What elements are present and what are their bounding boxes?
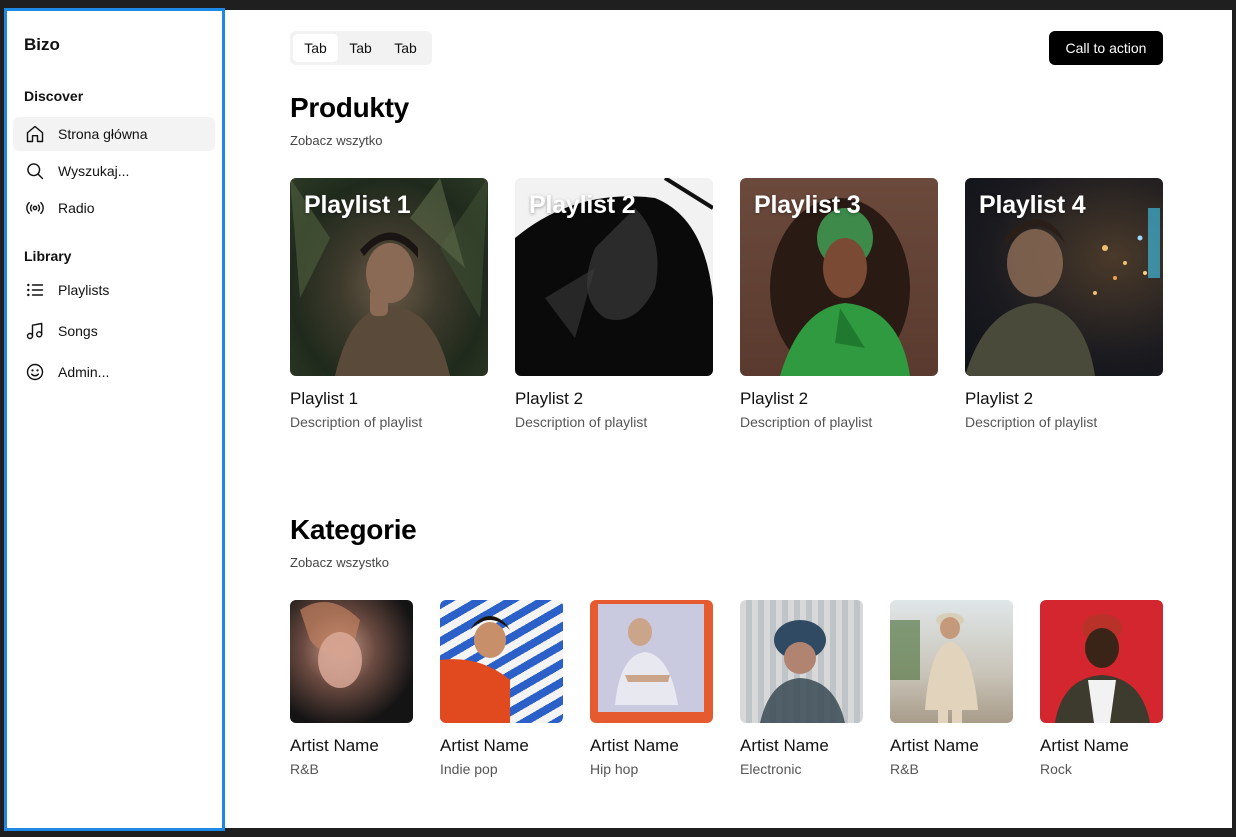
playlist-cover-2[interactable]: Playlist 2 bbox=[515, 178, 713, 376]
artist-genre: Rock bbox=[1040, 761, 1072, 777]
playlist-cover-overlay: Playlist 1 bbox=[304, 191, 411, 219]
playlist-description: Description of playlist bbox=[290, 414, 423, 430]
sidebar-item-radio[interactable]: Radio bbox=[13, 191, 215, 225]
artist-name[interactable]: Artist Name bbox=[740, 736, 829, 756]
artist-photo bbox=[760, 620, 845, 723]
sidebar-item-playlists[interactable]: Playlists bbox=[13, 273, 215, 307]
sidebar-item-search[interactable]: Wyszukaj... bbox=[13, 154, 215, 188]
playlist-cover-overlay: Playlist 4 bbox=[979, 191, 1086, 219]
playlist-cover-4[interactable]: Playlist 4 bbox=[965, 178, 1163, 376]
search-icon bbox=[24, 160, 46, 182]
sidebar-item-admin[interactable]: Admin... bbox=[13, 355, 215, 389]
artist-genre: R&B bbox=[890, 761, 919, 777]
playlist-description: Description of playlist bbox=[740, 414, 873, 430]
tab-group: Tab Tab Tab bbox=[290, 31, 432, 65]
sidebar-item-label: Radio bbox=[58, 200, 95, 216]
artist-name[interactable]: Artist Name bbox=[1040, 736, 1129, 756]
library-section-title: Library bbox=[24, 248, 72, 264]
brand-logo: Bizo bbox=[24, 35, 60, 54]
artist-photo bbox=[890, 613, 978, 723]
home-icon bbox=[24, 123, 46, 145]
artist-name[interactable]: Artist Name bbox=[590, 736, 679, 756]
artist-photo bbox=[1055, 614, 1150, 723]
categories-title: Kategorie bbox=[290, 514, 417, 545]
artist-genre: Electronic bbox=[740, 761, 802, 777]
sidebar-item-label: Songs bbox=[58, 323, 98, 339]
categories-see-all-link[interactable]: Zobacz wszystko bbox=[290, 555, 389, 570]
artist-genre: Indie pop bbox=[440, 761, 498, 777]
artist-photo bbox=[300, 602, 362, 688]
artist-image-6[interactable] bbox=[1040, 600, 1163, 723]
products-title: Produkty bbox=[290, 92, 409, 123]
artist-image-2[interactable] bbox=[440, 600, 563, 723]
tab-2[interactable]: Tab bbox=[338, 34, 383, 62]
tab-3[interactable]: Tab bbox=[383, 34, 428, 62]
artist-image-3[interactable] bbox=[590, 600, 713, 723]
artist-photo bbox=[598, 604, 704, 712]
radio-icon bbox=[24, 197, 46, 219]
sidebar-item-label: Admin... bbox=[58, 364, 110, 380]
artist-photo bbox=[440, 616, 510, 723]
artist-name[interactable]: Artist Name bbox=[290, 736, 379, 756]
playlist-description: Description of playlist bbox=[515, 414, 648, 430]
playlist-cover-overlay: Playlist 3 bbox=[754, 191, 861, 219]
sidebar-item-label: Playlists bbox=[58, 282, 110, 298]
products-see-all-link[interactable]: Zobacz wszytko bbox=[290, 133, 382, 148]
music-note-icon bbox=[24, 320, 46, 342]
artist-name[interactable]: Artist Name bbox=[890, 736, 979, 756]
artist-genre: R&B bbox=[290, 761, 319, 777]
tab-1[interactable]: Tab bbox=[293, 34, 338, 62]
artist-image-4[interactable] bbox=[740, 600, 863, 723]
call-to-action-button[interactable]: Call to action bbox=[1049, 31, 1163, 65]
artist-name[interactable]: Artist Name bbox=[440, 736, 529, 756]
sidebar-item-label: Strona główna bbox=[58, 126, 148, 142]
playlist-cover-1[interactable]: Playlist 1 bbox=[290, 178, 488, 376]
sidebar-item-label: Wyszukaj... bbox=[58, 163, 130, 179]
smiley-icon bbox=[24, 361, 46, 383]
artist-image-5[interactable] bbox=[890, 600, 1013, 723]
list-icon bbox=[24, 279, 46, 301]
playlist-description: Description of playlist bbox=[965, 414, 1098, 430]
sidebar: Bizo Discover Strona główna Wyszukaj... … bbox=[4, 8, 225, 831]
artist-image-1[interactable] bbox=[290, 600, 413, 723]
playlist-title[interactable]: Playlist 2 bbox=[740, 389, 808, 409]
playlist-cover-3[interactable]: Playlist 3 bbox=[740, 178, 938, 376]
sidebar-item-home[interactable]: Strona główna bbox=[13, 117, 215, 151]
artist-genre: Hip hop bbox=[590, 761, 639, 777]
playlist-title[interactable]: Playlist 2 bbox=[515, 389, 583, 409]
sidebar-item-songs[interactable]: Songs bbox=[13, 314, 215, 348]
playlist-title[interactable]: Playlist 2 bbox=[965, 389, 1033, 409]
playlist-title[interactable]: Playlist 1 bbox=[290, 389, 358, 409]
playlist-cover-overlay: Playlist 2 bbox=[529, 191, 636, 219]
discover-section-title: Discover bbox=[24, 88, 84, 104]
